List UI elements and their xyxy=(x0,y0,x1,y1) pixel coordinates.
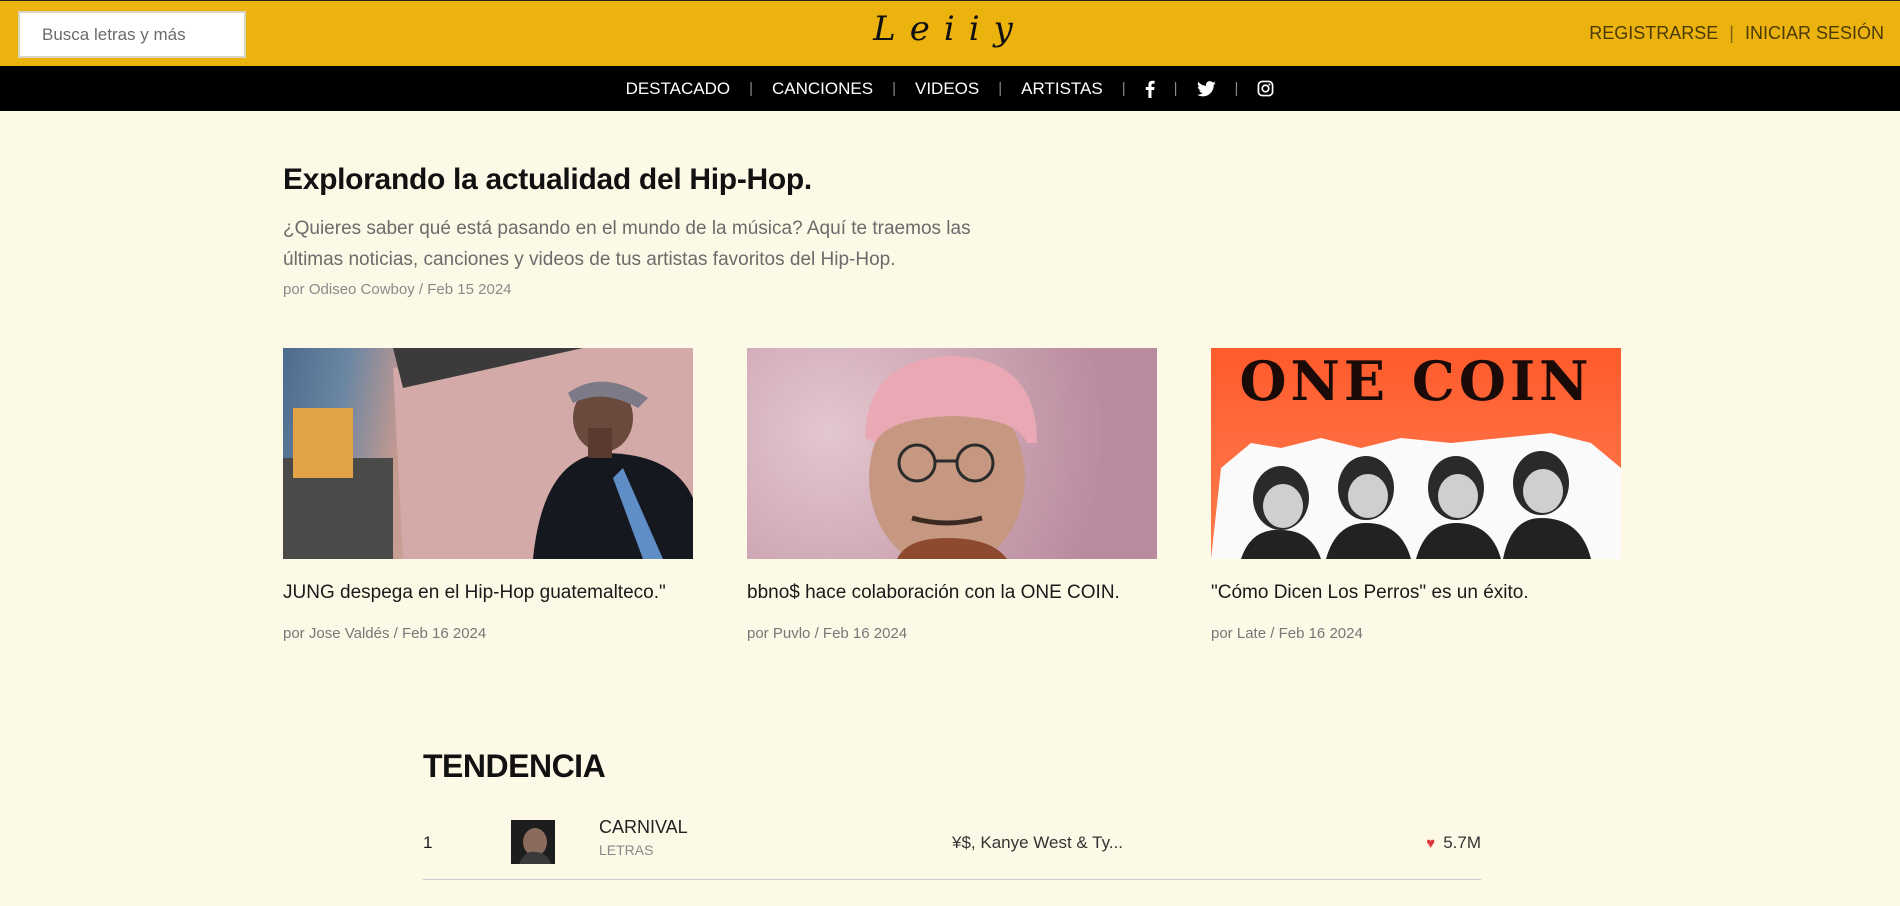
article-card[interactable]: ONE COIN "Cómo Dicen Los Perros" es un é… xyxy=(1211,348,1621,642)
instagram-icon[interactable] xyxy=(1257,80,1274,97)
article-byline: por Puvlo / Feb 16 2024 xyxy=(747,625,1157,642)
byline-date: Feb 16 2024 xyxy=(401,625,487,642)
byline-separator: / xyxy=(1270,625,1275,642)
nav-videos[interactable]: VIDEOS xyxy=(915,79,979,99)
page-title: Explorando la actualidad del Hip-Hop. xyxy=(283,163,812,196)
likes-count: 5.7M xyxy=(1443,833,1481,852)
facebook-icon[interactable] xyxy=(1145,80,1155,98)
byline-prefix: por xyxy=(747,625,769,642)
nav-separator: | xyxy=(1121,80,1126,97)
byline-separator: / xyxy=(418,281,424,298)
song-title[interactable]: CARNIVAL xyxy=(599,817,688,838)
trending-rank: 1 xyxy=(423,833,433,852)
trending-row[interactable]: 1 CARNIVAL LETRAS ¥$, Kanye West & Ty...… xyxy=(423,813,1481,880)
byline-date: Feb 16 2024 xyxy=(822,625,908,642)
byline-prefix: por xyxy=(283,281,305,298)
heart-icon: ♥ xyxy=(1426,834,1436,852)
nav-separator: | xyxy=(749,80,754,97)
byline-author[interactable]: Puvlo xyxy=(773,625,811,642)
article-byline: por Jose Valdés / Feb 16 2024 xyxy=(283,625,693,642)
song-artist[interactable]: ¥$, Kanye West & Ty... xyxy=(952,833,1123,853)
article-image[interactable] xyxy=(283,348,693,559)
byline-author[interactable]: Jose Valdés xyxy=(309,625,390,642)
twitter-icon[interactable] xyxy=(1196,80,1216,97)
article-title[interactable]: JUNG despega en el Hip-Hop guatemalteco.… xyxy=(283,582,693,604)
byline-author[interactable]: Late xyxy=(1237,625,1266,642)
auth-links: REGISTRARSE | INICIAR SESIÓN xyxy=(1589,23,1884,44)
article-image-text: ONE COIN xyxy=(1240,349,1593,413)
song-cover-art xyxy=(511,820,555,864)
top-header: Leiiy REGISTRARSE | INICIAR SESIÓN xyxy=(0,0,1900,66)
nav-separator: | xyxy=(1173,80,1178,97)
hero-description: ¿Quieres saber qué está pasando en el mu… xyxy=(283,218,971,270)
article-cards: JUNG despega en el Hip-Hop guatemalteco.… xyxy=(283,348,1621,642)
song-cover-image[interactable] xyxy=(511,820,555,864)
byline-prefix: por xyxy=(283,625,305,642)
trending-heading: TENDENCIA xyxy=(423,748,606,784)
article-card[interactable]: JUNG despega en el Hip-Hop guatemalteco.… xyxy=(283,348,693,642)
hero-byline: por Odiseo Cowboy / Feb 15 2024 xyxy=(283,281,1043,298)
article-image[interactable] xyxy=(747,348,1157,559)
byline-date: Feb 15 2024 xyxy=(427,281,512,298)
nav-artistas[interactable]: ARTISTAS xyxy=(1021,79,1103,99)
article-image-art xyxy=(865,356,1037,559)
song-type-label: LETRAS xyxy=(599,842,654,858)
search-input[interactable] xyxy=(18,11,246,58)
hero-section: Explorando la actualidad del Hip-Hop. ¿Q… xyxy=(283,163,1043,298)
auth-separator: | xyxy=(1729,23,1734,43)
main-nav: DESTACADO | CANCIONES | VIDEOS | ARTISTA… xyxy=(0,66,1900,111)
article-image-art: ONE COIN xyxy=(1211,349,1621,559)
register-link[interactable]: REGISTRARSE xyxy=(1589,23,1718,44)
article-title[interactable]: "Cómo Dicen Los Perros" es un éxito. xyxy=(1211,582,1621,604)
site-logo[interactable]: Leiiy xyxy=(873,9,1027,49)
nav-canciones[interactable]: CANCIONES xyxy=(772,79,873,99)
byline-separator: / xyxy=(814,625,819,642)
nav-destacado[interactable]: DESTACADO xyxy=(626,79,731,99)
article-card[interactable]: bbno$ hace colaboración con la ONE COIN.… xyxy=(747,348,1157,642)
login-link[interactable]: INICIAR SESIÓN xyxy=(1745,23,1884,44)
byline-date: Feb 16 2024 xyxy=(1278,625,1363,642)
song-likes: ♥ 5.7M xyxy=(1426,833,1481,853)
nav-separator: | xyxy=(1234,80,1239,97)
article-title[interactable]: bbno$ hace colaboración con la ONE COIN. xyxy=(747,582,1157,604)
article-image[interactable]: ONE COIN xyxy=(1211,348,1621,559)
article-image-art xyxy=(283,348,693,559)
byline-author[interactable]: Odiseo Cowboy xyxy=(309,281,415,298)
nav-separator: | xyxy=(998,80,1003,97)
byline-prefix: por xyxy=(1211,625,1233,642)
nav-separator: | xyxy=(892,80,896,97)
article-byline: por Late / Feb 16 2024 xyxy=(1211,625,1621,642)
trending-section: TENDENCIA 1 CARNIVAL LETRAS ¥$, Kanye We… xyxy=(423,748,1481,880)
byline-separator: / xyxy=(393,625,398,642)
